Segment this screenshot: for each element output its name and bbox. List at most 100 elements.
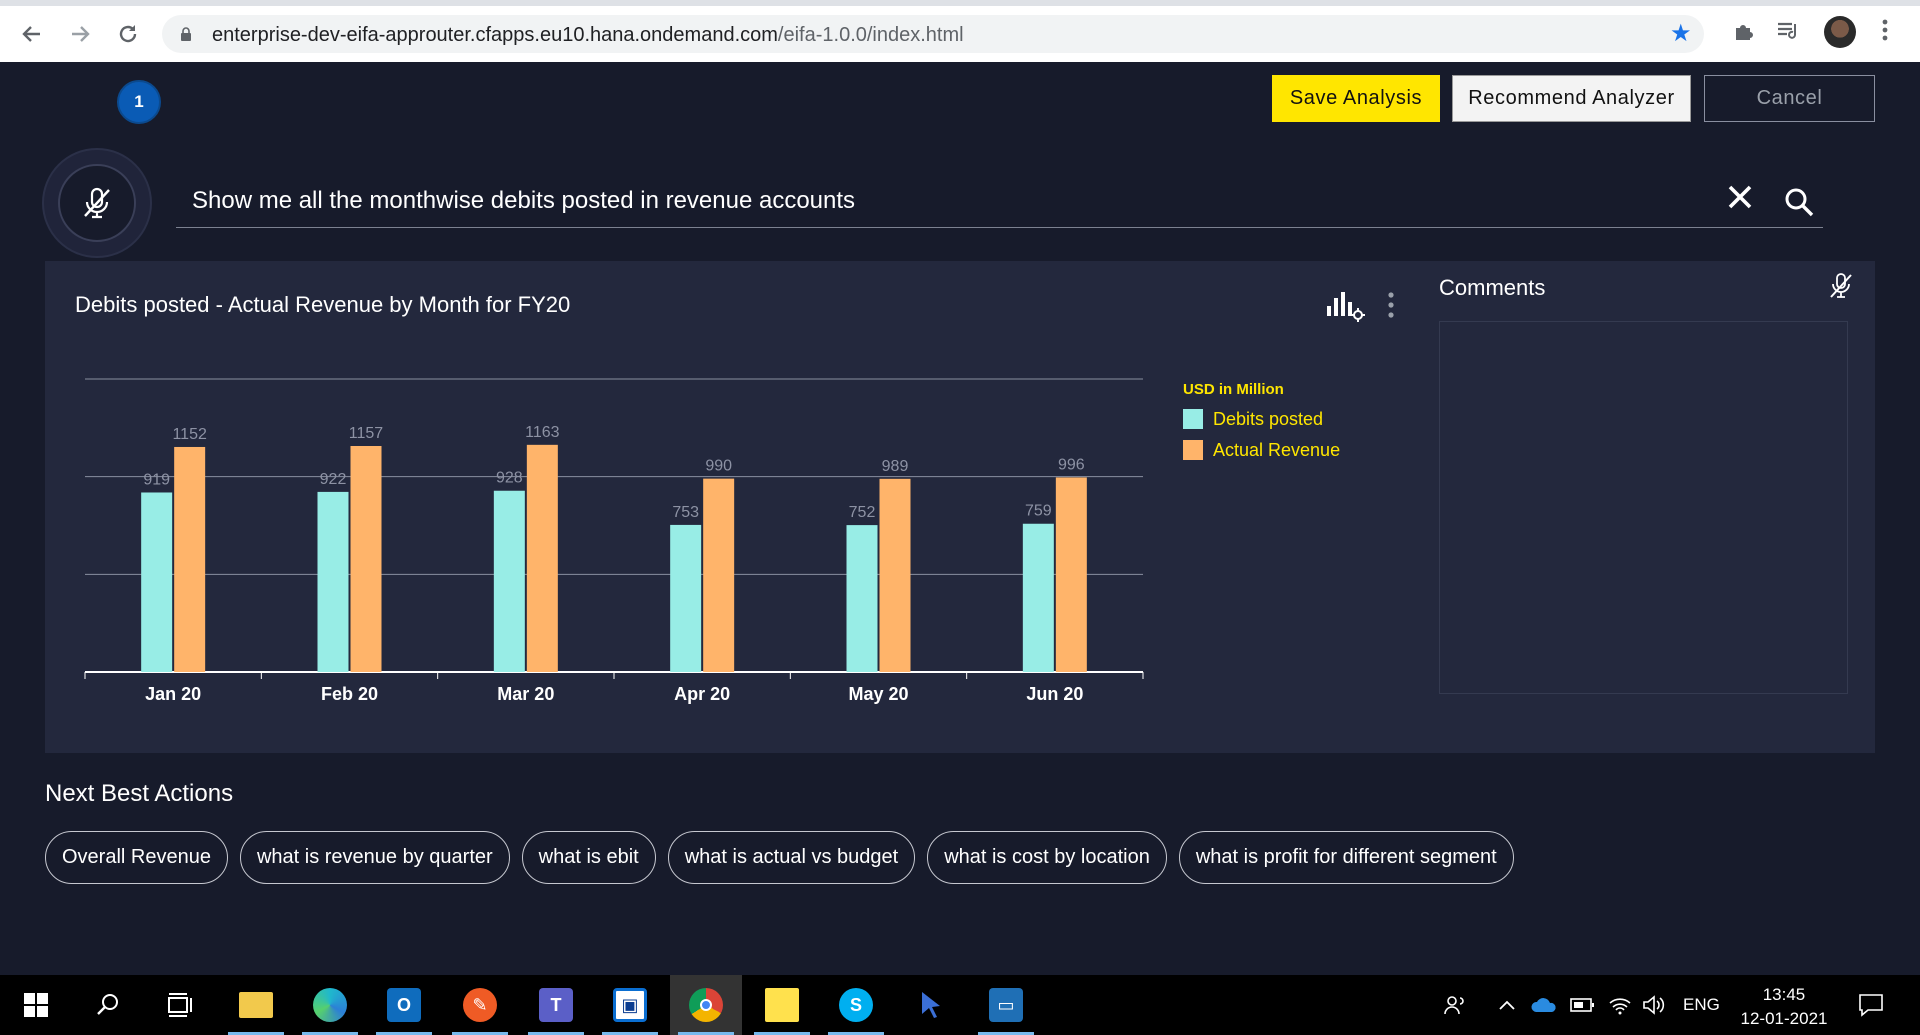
- action-pill-actual-vs-budget[interactable]: what is actual vs budget: [667, 831, 916, 884]
- remote-desktop-icon[interactable]: ▭: [970, 975, 1042, 1035]
- data-label: 1163: [525, 424, 560, 441]
- legend-label: Actual Revenue: [1213, 439, 1341, 460]
- comments-box[interactable]: [1439, 321, 1848, 694]
- cancel-button[interactable]: Cancel: [1704, 75, 1875, 122]
- data-label: 996: [1058, 456, 1085, 473]
- outlook-icon[interactable]: O: [368, 975, 440, 1035]
- data-label: 922: [320, 471, 347, 488]
- people-icon[interactable]: [1442, 975, 1468, 1035]
- clear-query-icon[interactable]: [1726, 182, 1754, 218]
- clock-time: 13:45: [1762, 985, 1806, 1004]
- chart-settings-icon[interactable]: [1325, 288, 1367, 322]
- search-icon[interactable]: [1783, 186, 1815, 218]
- bar-debits-posted: [317, 491, 349, 672]
- data-label: 928: [496, 470, 523, 487]
- menu-kebab-icon[interactable]: [1882, 18, 1888, 48]
- url-text: enterprise-dev-eifa-approuter.cfapps.eu1…: [212, 24, 964, 47]
- action-pill-cost-by-location[interactable]: what is cost by location: [927, 831, 1167, 884]
- back-arrow-icon[interactable]: [18, 20, 46, 48]
- action-pill-profit-by-segment[interactable]: what is profit for different segment: [1178, 831, 1514, 884]
- cursor-pointer-icon[interactable]: [896, 975, 968, 1035]
- postman-icon[interactable]: ✎: [444, 975, 516, 1035]
- bar-actual-revenue: [1055, 477, 1087, 672]
- bar-debits-posted: [493, 490, 525, 672]
- recommend-analyzer-button[interactable]: Recommend Analyzer: [1452, 75, 1691, 122]
- next-best-actions-title: Next Best Actions: [45, 780, 234, 807]
- url-domain: enterprise-dev-eifa-approuter.cfapps.eu1…: [212, 24, 778, 46]
- data-label: 1157: [349, 425, 384, 442]
- windows-taskbar: O ✎ T ▣ S ▭ ENG 13:45 12-01-2021: [0, 975, 1920, 1035]
- taskbar-search-icon[interactable]: [72, 975, 144, 1035]
- clock-date: 12-01-2021: [1740, 1009, 1828, 1028]
- address-bar[interactable]: enterprise-dev-eifa-approuter.cfapps.eu1…: [162, 15, 1704, 53]
- tray-chevron-up-icon[interactable]: [1498, 975, 1516, 1035]
- bar-debits-posted: [141, 492, 173, 672]
- onedrive-icon[interactable]: [1530, 975, 1558, 1035]
- windows-start-icon[interactable]: [0, 975, 72, 1035]
- action-pill-overall-revenue[interactable]: Overall Revenue: [45, 831, 228, 884]
- x-tick-label: Jun 20: [1026, 684, 1083, 704]
- media-queue-icon[interactable]: [1776, 20, 1800, 48]
- task-view-icon[interactable]: [144, 975, 216, 1035]
- x-tick-label: Mar 20: [497, 684, 554, 704]
- forward-arrow-icon[interactable]: [66, 20, 94, 48]
- action-pill-revenue-by-quarter[interactable]: what is revenue by quarter: [239, 831, 510, 884]
- notifications-icon[interactable]: [1858, 975, 1884, 1035]
- legend-swatch: [1183, 440, 1203, 460]
- data-label: 759: [1025, 503, 1052, 520]
- bar-debits-posted: [670, 524, 702, 672]
- sap-app-icon[interactable]: ▣: [594, 975, 666, 1035]
- bar-chart: 919 1152 Jan 20 922 1157 Feb 20 928 1163 Mar 20 7…: [84, 378, 1144, 704]
- bar-actual-revenue: [526, 444, 558, 672]
- data-label: 1152: [172, 426, 207, 443]
- browser-toolbar: enterprise-dev-eifa-approuter.cfapps.eu1…: [0, 6, 1920, 62]
- language-indicator[interactable]: ENG: [1683, 975, 1720, 1035]
- data-label: 919: [143, 471, 170, 488]
- bar-debits-posted: [846, 525, 878, 672]
- x-tick-label: Apr 20: [674, 684, 730, 704]
- data-label: 752: [849, 504, 876, 521]
- battery-icon[interactable]: [1570, 975, 1596, 1035]
- legend-label: Debits posted: [1213, 408, 1324, 429]
- bar-actual-revenue: [703, 478, 735, 672]
- x-tick-label: Jan 20: [145, 684, 201, 704]
- legend-swatch: [1183, 409, 1203, 429]
- extensions-puzzle-icon[interactable]: [1732, 20, 1754, 48]
- comments-mic-off-icon[interactable]: [1828, 272, 1854, 300]
- chart-menu-kebab-icon[interactable]: [1386, 288, 1396, 322]
- data-label: 990: [705, 458, 732, 475]
- chrome-browser-icon[interactable]: [670, 975, 742, 1035]
- bar-actual-revenue: [174, 446, 206, 672]
- bar-debits-posted: [1022, 523, 1054, 672]
- teams-icon[interactable]: T: [520, 975, 592, 1035]
- mic-off-button[interactable]: [58, 164, 136, 242]
- bar-actual-revenue: [879, 478, 911, 672]
- lock-icon: [181, 27, 191, 41]
- query-input[interactable]: Show me all the monthwise debits posted …: [192, 187, 855, 215]
- edge-browser-icon[interactable]: [294, 975, 366, 1035]
- bookmark-star-icon[interactable]: ★: [1670, 19, 1692, 48]
- wifi-icon[interactable]: [1608, 975, 1632, 1035]
- comments-title: Comments: [1439, 275, 1546, 300]
- url-path: /eifa-1.0.0/index.html: [777, 24, 964, 46]
- next-best-actions-list: Overall Revenue what is revenue by quart…: [45, 831, 1514, 884]
- profile-avatar[interactable]: [1824, 16, 1856, 48]
- skype-icon[interactable]: S: [820, 975, 892, 1035]
- x-tick-label: May 20: [848, 684, 908, 704]
- volume-icon[interactable]: [1642, 975, 1666, 1035]
- file-explorer-icon[interactable]: [220, 975, 292, 1035]
- chart-title: Debits posted - Actual Revenue by Month …: [75, 292, 571, 317]
- x-tick-label: Feb 20: [321, 684, 378, 704]
- system-clock[interactable]: 13:45 12-01-2021: [1736, 983, 1832, 1031]
- action-pill-ebit[interactable]: what is ebit: [521, 831, 656, 884]
- legend-title: USD in Million: [1183, 381, 1284, 398]
- legend-item-actual-revenue[interactable]: Actual Revenue: [1183, 439, 1340, 461]
- save-analysis-button[interactable]: Save Analysis: [1272, 75, 1440, 122]
- sticky-notes-icon[interactable]: [746, 975, 818, 1035]
- query-underline: [176, 227, 1823, 228]
- mic-off-icon: [84, 187, 110, 219]
- data-label: 989: [882, 458, 909, 475]
- reload-icon[interactable]: [114, 20, 142, 48]
- step-badge: 1: [117, 80, 161, 124]
- legend-item-debits-posted[interactable]: Debits posted: [1183, 408, 1323, 430]
